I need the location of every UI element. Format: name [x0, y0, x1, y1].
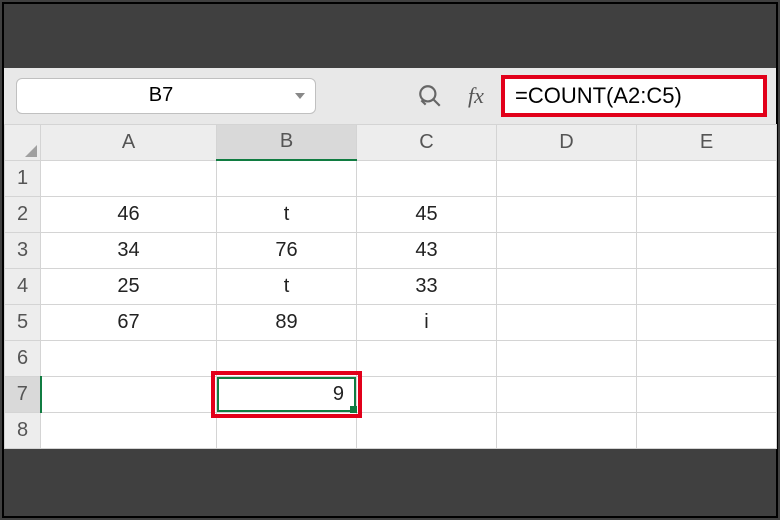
spreadsheet-grid[interactable]: A B C D E 1 2 46 t: [4, 124, 776, 449]
zoom-icon[interactable]: [412, 78, 448, 114]
cell-D4[interactable]: [497, 268, 637, 304]
cell-E3[interactable]: [637, 232, 777, 268]
fill-handle[interactable]: [350, 406, 357, 413]
table-row: 7 9: [5, 376, 777, 412]
cell-A7[interactable]: [41, 376, 217, 412]
table-row: 5 67 89 i: [5, 304, 777, 340]
cell-E8[interactable]: [637, 412, 777, 448]
cell-E1[interactable]: [637, 160, 777, 196]
name-box-value: B7: [27, 84, 295, 107]
row-header-6[interactable]: 6: [5, 340, 41, 376]
cell-D5[interactable]: [497, 304, 637, 340]
cell-A6[interactable]: [41, 340, 217, 376]
cell-B5[interactable]: 89: [217, 304, 357, 340]
cell-C7[interactable]: [357, 376, 497, 412]
cell-C1[interactable]: [357, 160, 497, 196]
row-header-8[interactable]: 8: [5, 412, 41, 448]
cell-D8[interactable]: [497, 412, 637, 448]
cell-D2[interactable]: [497, 196, 637, 232]
chevron-down-icon[interactable]: [295, 93, 305, 99]
cell-A5[interactable]: 67: [41, 304, 217, 340]
cell-E2[interactable]: [637, 196, 777, 232]
cell-E6[interactable]: [637, 340, 777, 376]
cell-A3[interactable]: 34: [41, 232, 217, 268]
table-row: 6: [5, 340, 777, 376]
spreadsheet-app: B7 fx =COUNT(A2:C5): [4, 68, 776, 449]
cell-B6[interactable]: [217, 340, 357, 376]
app-frame: B7 fx =COUNT(A2:C5): [2, 2, 778, 518]
formula-toolbar: B7 fx =COUNT(A2:C5): [4, 68, 776, 124]
fx-icon[interactable]: fx: [458, 78, 494, 114]
select-all-corner[interactable]: [5, 124, 41, 160]
cell-E5[interactable]: [637, 304, 777, 340]
active-cell-value: 9: [333, 383, 344, 406]
cell-B8[interactable]: [217, 412, 357, 448]
cell-B1[interactable]: [217, 160, 357, 196]
table-row: 4 25 t 33: [5, 268, 777, 304]
row-header-2[interactable]: 2: [5, 196, 41, 232]
cell-A1[interactable]: [41, 160, 217, 196]
cell-D1[interactable]: [497, 160, 637, 196]
cell-C6[interactable]: [357, 340, 497, 376]
cell-C5[interactable]: i: [357, 304, 497, 340]
cell-B3[interactable]: 76: [217, 232, 357, 268]
row-header-4[interactable]: 4: [5, 268, 41, 304]
table-row: 3 34 76 43: [5, 232, 777, 268]
active-cell[interactable]: 9: [217, 377, 356, 412]
cell-A8[interactable]: [41, 412, 217, 448]
col-header-E[interactable]: E: [637, 124, 777, 160]
cell-B2[interactable]: t: [217, 196, 357, 232]
cell-A2[interactable]: 46: [41, 196, 217, 232]
cell-E7[interactable]: [637, 376, 777, 412]
cell-C8[interactable]: [357, 412, 497, 448]
row-header-1[interactable]: 1: [5, 160, 41, 196]
name-box[interactable]: B7: [16, 78, 316, 114]
formula-bar[interactable]: =COUNT(A2:C5): [504, 78, 764, 114]
cell-D3[interactable]: [497, 232, 637, 268]
cell-A4[interactable]: 25: [41, 268, 217, 304]
cell-B7[interactable]: 9: [217, 376, 357, 412]
cell-C3[interactable]: 43: [357, 232, 497, 268]
formula-bar-value: =COUNT(A2:C5): [515, 83, 682, 109]
row-header-5[interactable]: 5: [5, 304, 41, 340]
col-header-D[interactable]: D: [497, 124, 637, 160]
table-row: 8: [5, 412, 777, 448]
cell-D6[interactable]: [497, 340, 637, 376]
cell-D7[interactable]: [497, 376, 637, 412]
window-chrome-bottom: [4, 449, 776, 516]
col-header-B[interactable]: B: [217, 124, 357, 160]
cell-C2[interactable]: 45: [357, 196, 497, 232]
column-header-row: A B C D E: [5, 124, 777, 160]
table-row: 1: [5, 160, 777, 196]
cell-E4[interactable]: [637, 268, 777, 304]
row-header-7[interactable]: 7: [5, 376, 41, 412]
sheet-table: A B C D E 1 2 46 t: [4, 124, 777, 449]
row-header-3[interactable]: 3: [5, 232, 41, 268]
col-header-A[interactable]: A: [41, 124, 217, 160]
table-row: 2 46 t 45: [5, 196, 777, 232]
col-header-C[interactable]: C: [357, 124, 497, 160]
window-chrome-top: [4, 4, 776, 68]
cell-C4[interactable]: 33: [357, 268, 497, 304]
cell-B4[interactable]: t: [217, 268, 357, 304]
